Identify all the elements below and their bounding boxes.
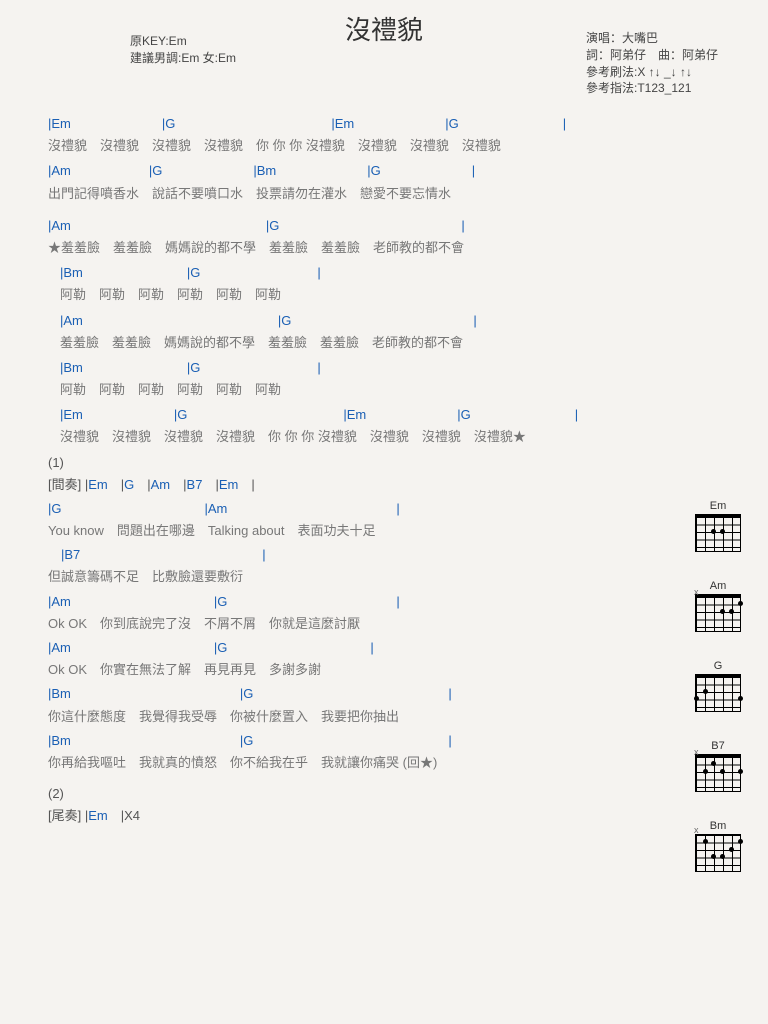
chord-row: |G |Am | [48,500,720,518]
lyric-row: 阿勒 阿勒 阿勒 阿勒 阿勒 阿勒 [48,381,720,399]
lyric-row: 但誠意籌碼不足 比敷臉還要敷衍 [48,568,720,586]
chord-name: G [690,660,746,672]
strum-pattern: 參考刷法:X ↑↓ _↓ ↑↓ [586,64,718,81]
lyric-row: 沒禮貌 沒禮貌 沒禮貌 沒禮貌 你 你 你 沒禮貌 沒禮貌 沒禮貌 沒禮貌★ [48,428,720,446]
interlude: [間奏] |Em |G |Am |B7 |Em | [48,476,720,494]
section-marker: (1) [48,455,720,470]
credits: 詞：阿弟仔 曲：阿弟仔 [586,47,718,64]
section-marker: (2) [48,786,720,801]
chord-row: |Bm |G | [48,264,720,282]
lyric-row: You know 問題出在哪邊 Talking about 表面功夫十足 [48,522,720,540]
chord-diagram-g: G [690,660,746,712]
chord-row: |Am |G | [48,639,720,657]
lyric-row: 你再給我嘔吐 我就真的憤怒 你不給我在乎 我就讓你痛哭 (回★) [48,754,720,772]
lyric-row: ★羞羞臉 羞羞臉 媽媽說的都不學 羞羞臉 羞羞臉 老師教的都不會 [48,239,720,257]
chord-diagram-em: Em [690,500,746,552]
chord-row: |Em |G |Em |G | [48,115,720,133]
suggest-key: 建議男調:Em 女:Em [130,49,236,66]
outro: [尾奏] |Em |X4 [48,807,720,825]
chord-row: |Em |G |Em |G | [48,406,720,424]
chord-diagram-am: Am x [690,580,746,632]
lyric-row: 羞羞臉 羞羞臉 媽媽說的都不學 羞羞臉 羞羞臉 老師教的都不會 [48,334,720,352]
lyric-row: 出門記得噴香水 說話不要噴口水 投票請勿在灌水 戀愛不要忘情水 [48,185,720,203]
chord-row: |Bm |G | [48,685,720,703]
chord-row: |Am |G |Bm |G | [48,162,720,180]
chord-row: |Bm |G | [48,732,720,750]
meta-left: 原KEY:Em 建議男調:Em 女:Em [130,32,236,66]
pick-pattern: 參考指法:T123_121 [586,80,718,97]
singer: 演唱：大嘴巴 [586,30,718,47]
lyric-row: Ok OK 你實在無法了解 再見再見 多謝多謝 [48,661,720,679]
chord-row: |Bm |G | [48,359,720,377]
chord-row: |Am |G | [48,312,720,330]
chord-row: |Am |G | [48,217,720,235]
key-info: 原KEY:Em [130,32,236,49]
chord-diagram-b7: B7 x [690,740,746,792]
chord-row: |Am |G | [48,593,720,611]
chord-row: |B7 | [48,546,720,564]
chord-diagram-bm: Bm x [690,820,746,872]
lyric-row: 你這什麼態度 我覺得我受辱 你被什麼置入 我要把你抽出 [48,708,720,726]
lyric-row: Ok OK 你到底說完了沒 不屑不屑 你就是這麼討厭 [48,615,720,633]
chord-name: Em [690,500,746,512]
lyric-row: 阿勒 阿勒 阿勒 阿勒 阿勒 阿勒 [48,286,720,304]
meta-right: 演唱：大嘴巴 詞：阿弟仔 曲：阿弟仔 參考刷法:X ↑↓ _↓ ↑↓ 參考指法:… [586,30,718,97]
lyric-row: 沒禮貌 沒禮貌 沒禮貌 沒禮貌 你 你 你 沒禮貌 沒禮貌 沒禮貌 沒禮貌 [48,137,720,155]
